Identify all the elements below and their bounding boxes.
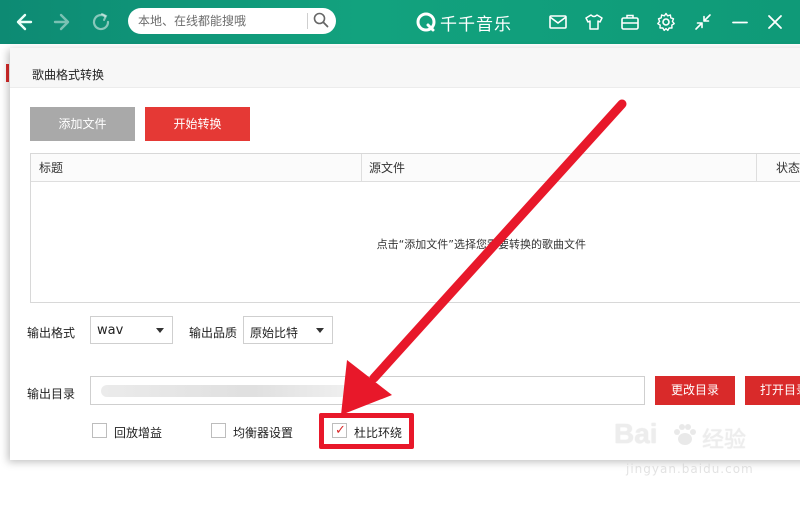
watermark-url: jingyan.baidu.com: [626, 462, 754, 476]
watermark-logo: Bai: [614, 418, 658, 449]
watermark: Bai 经验 jingyan.baidu.com: [614, 418, 764, 490]
paw-icon: [670, 420, 700, 450]
watermark-brand: 经验: [702, 428, 747, 453]
app-window: 千千音乐 歌曲格式转换 添加文件 开始转换: [0, 0, 800, 508]
